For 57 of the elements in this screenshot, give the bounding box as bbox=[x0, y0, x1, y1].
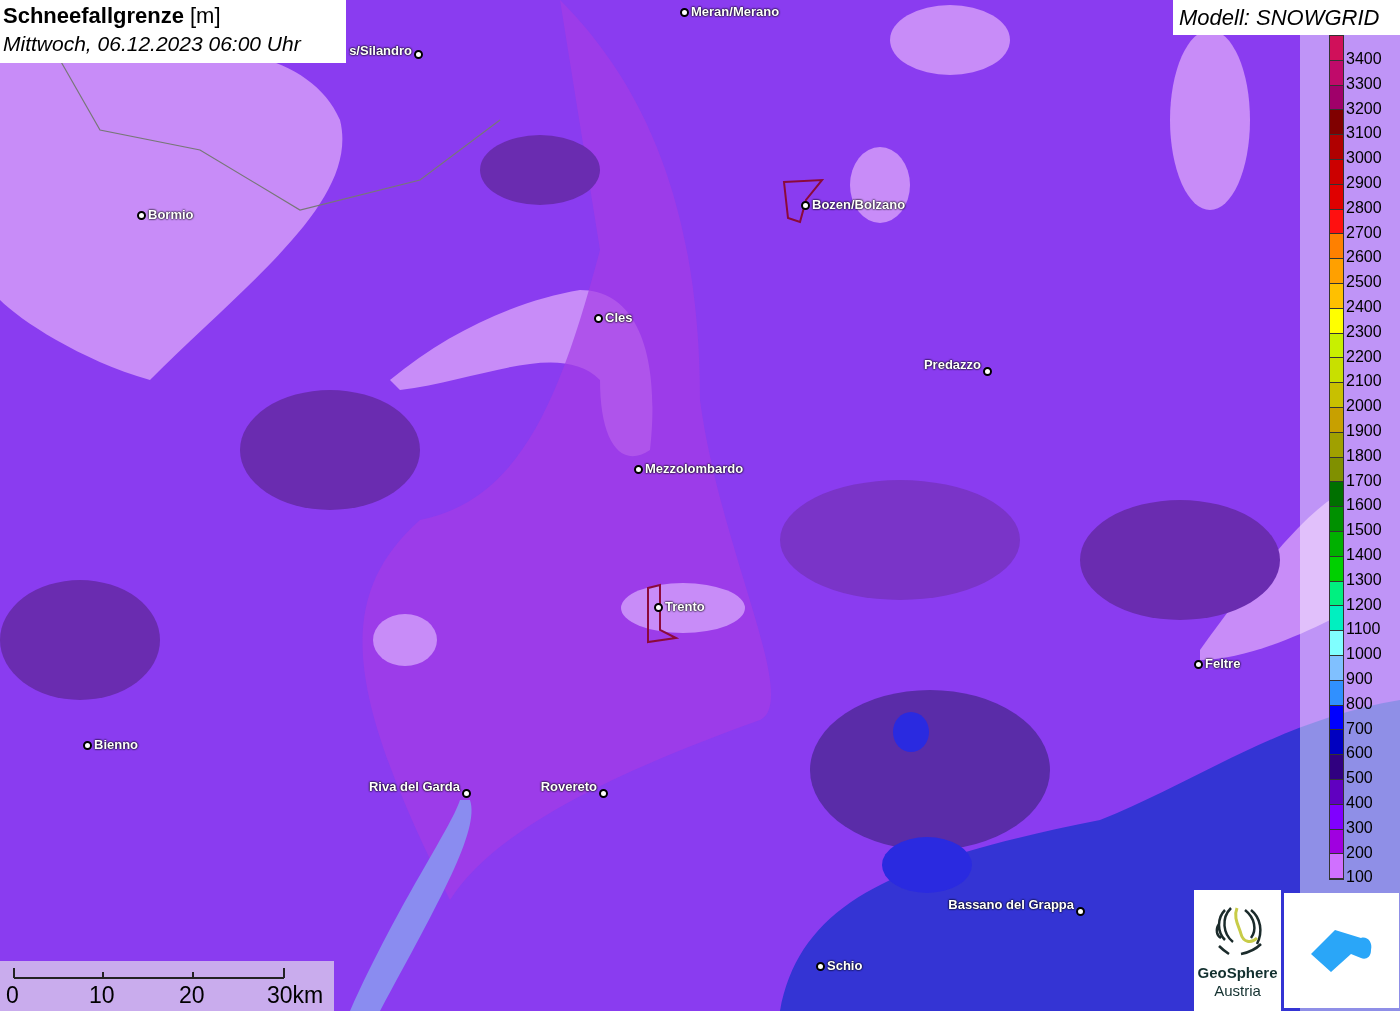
legend-label: 1400 bbox=[1346, 544, 1382, 565]
city-label: Bienno bbox=[94, 738, 139, 751]
legend-label: 1500 bbox=[1346, 520, 1382, 541]
legend-label: 600 bbox=[1346, 743, 1374, 764]
legend-label: 2900 bbox=[1346, 173, 1382, 193]
date-label: Mittwoch, 06.12.2023 06:00 Uhr bbox=[3, 31, 303, 57]
model-label: Modell: SNOWGRID bbox=[1173, 0, 1400, 35]
unit-label: [m] bbox=[189, 2, 221, 30]
legend-label: 2000 bbox=[1346, 396, 1382, 417]
legend-label: 3400 bbox=[1346, 49, 1382, 69]
legend-label: 3000 bbox=[1346, 148, 1382, 169]
logo-subtitle: Austria bbox=[1214, 982, 1261, 1000]
legend-label: 900 bbox=[1346, 668, 1374, 689]
legend-label: 100 bbox=[1346, 867, 1374, 888]
legend-label: 1000 bbox=[1346, 644, 1382, 665]
city-label: s/Silandro bbox=[349, 44, 412, 57]
legend-label: 2400 bbox=[1346, 296, 1382, 317]
city-label: Bormio bbox=[148, 208, 194, 221]
city-label: Trento bbox=[665, 600, 705, 613]
map-title: Schneefallgrenze bbox=[3, 2, 184, 30]
city-label: Bassano del Grappa bbox=[948, 898, 1074, 911]
city-label: Riva del Garda bbox=[368, 780, 460, 793]
legend-label: 400 bbox=[1346, 792, 1374, 813]
city-label: Schio bbox=[827, 959, 863, 972]
city-label: Mezzolombardo bbox=[645, 462, 744, 475]
legend-label: 2100 bbox=[1346, 371, 1382, 392]
legend-label: 1900 bbox=[1346, 420, 1382, 441]
legend-label: 1100 bbox=[1346, 619, 1382, 640]
legend-label: 300 bbox=[1346, 817, 1374, 838]
legend-label: 700 bbox=[1346, 718, 1374, 739]
scale-tick-label: 20 bbox=[179, 981, 205, 1009]
legend-label: 2700 bbox=[1346, 222, 1382, 243]
legend-label: 3100 bbox=[1346, 123, 1382, 144]
city-label: Rovereto bbox=[540, 780, 597, 793]
legend-label: 200 bbox=[1346, 842, 1374, 863]
legend-label: 3200 bbox=[1346, 98, 1382, 119]
legend-label: 1700 bbox=[1346, 470, 1382, 491]
city-label: Feltre bbox=[1205, 657, 1241, 670]
legend-label: 2500 bbox=[1346, 272, 1382, 293]
legend-label: 500 bbox=[1346, 768, 1374, 789]
logo-name: GeoSphere bbox=[1197, 964, 1278, 982]
legend-label: 3300 bbox=[1346, 73, 1382, 94]
city-label: Meran/Merano bbox=[691, 5, 780, 18]
legend-label: 800 bbox=[1346, 693, 1374, 714]
legend-label: 1600 bbox=[1346, 495, 1382, 516]
legend-label: 2200 bbox=[1346, 346, 1382, 367]
city-label: Predazzo bbox=[923, 358, 981, 371]
legend-label: 2600 bbox=[1346, 247, 1382, 268]
legend-label: 1300 bbox=[1346, 569, 1382, 590]
legend-label: 2800 bbox=[1346, 197, 1382, 218]
scale-tick-label: 10 bbox=[89, 981, 115, 1009]
scale-tick-label: 30km bbox=[267, 981, 324, 1009]
legend-label: 1800 bbox=[1346, 445, 1382, 466]
legend-label: 1200 bbox=[1346, 594, 1382, 615]
scale-tick-label: 0 bbox=[6, 981, 19, 1009]
city-label: Cles bbox=[605, 311, 633, 324]
legend-label: 2300 bbox=[1346, 321, 1382, 342]
